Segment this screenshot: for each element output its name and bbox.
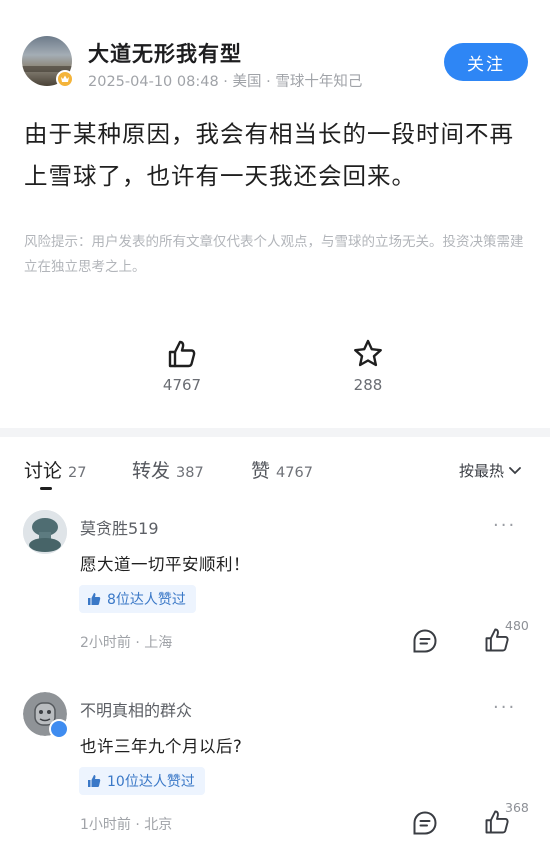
comment-text: 愿大道一切平安顺利！ — [80, 555, 250, 574]
sort-dropdown[interactable]: 按最热 — [459, 460, 521, 481]
expert-likes-badge[interactable]: 8位达人赞过 — [79, 585, 196, 613]
tab-repost-label: 转发 — [132, 460, 171, 482]
post-like-count: 4767 — [162, 376, 202, 394]
post-like-button[interactable]: 4767 — [142, 338, 222, 394]
post-content: 由于某种原因，我会有相当长的一段时间不再上雪球了，也许有一天我还会回来。 — [24, 120, 514, 190]
risk-disclaimer: 风险提示：用户发表的所有文章仅代表个人观点，与雪球的立场无关。投资决策需建立在独… — [24, 234, 524, 275]
comment-like-count: 480 — [505, 618, 529, 633]
thumb-up-icon — [88, 775, 101, 787]
tab-discussion-count: 27 — [68, 465, 87, 481]
comment-author[interactable]: 不明真相的群众 — [80, 697, 192, 721]
sort-label: 按最热 — [459, 462, 505, 480]
follow-button[interactable]: 关注 — [444, 43, 528, 81]
verified-badge-icon — [49, 719, 69, 739]
author-name[interactable]: 大道无形我有型 — [88, 38, 242, 68]
comment-avatar[interactable] — [23, 510, 67, 554]
tab-likes[interactable]: 赞 4767 — [251, 456, 313, 483]
post-meta: 2025-04-10 08:48 · 美国 · 雪球十年知己 — [88, 74, 363, 90]
vip-badge-icon — [56, 70, 74, 88]
more-icon[interactable]: ··· — [493, 697, 516, 718]
expert-likes-badge[interactable]: 10位达人赞过 — [79, 767, 205, 795]
tab-likes-label: 赞 — [251, 460, 271, 482]
comment-text: 也许三年九个月以后? — [80, 737, 243, 756]
comment-like-count: 368 — [505, 800, 529, 815]
thumb-up-icon — [88, 593, 101, 605]
section-divider — [0, 428, 550, 437]
reply-button[interactable] — [412, 628, 438, 658]
expert-likes-text: 8位达人赞过 — [107, 592, 186, 608]
reply-icon — [413, 811, 437, 835]
thumb-up-icon — [168, 340, 196, 368]
comment-meta: 2小时前 · 上海 — [80, 635, 173, 651]
post-favorite-button[interactable]: 288 — [328, 338, 408, 394]
reply-button[interactable] — [412, 810, 438, 840]
tab-repost[interactable]: 转发 387 — [132, 456, 204, 483]
expert-likes-text: 10位达人赞过 — [107, 774, 195, 790]
more-icon[interactable]: ··· — [493, 515, 516, 536]
tab-repost-count: 387 — [176, 465, 204, 481]
tab-discussion-label: 讨论 — [24, 460, 63, 482]
reply-icon — [413, 629, 437, 653]
tab-likes-count: 4767 — [276, 465, 313, 481]
post-favorite-count: 288 — [353, 376, 383, 394]
star-icon — [354, 339, 382, 367]
comment-meta: 1小时前 · 北京 — [80, 817, 173, 833]
active-tab-indicator — [40, 487, 52, 490]
tab-discussion[interactable]: 讨论 27 — [24, 456, 86, 483]
comment-author[interactable]: 莫贪胜519 — [80, 515, 159, 539]
chevron-down-icon — [509, 466, 521, 474]
